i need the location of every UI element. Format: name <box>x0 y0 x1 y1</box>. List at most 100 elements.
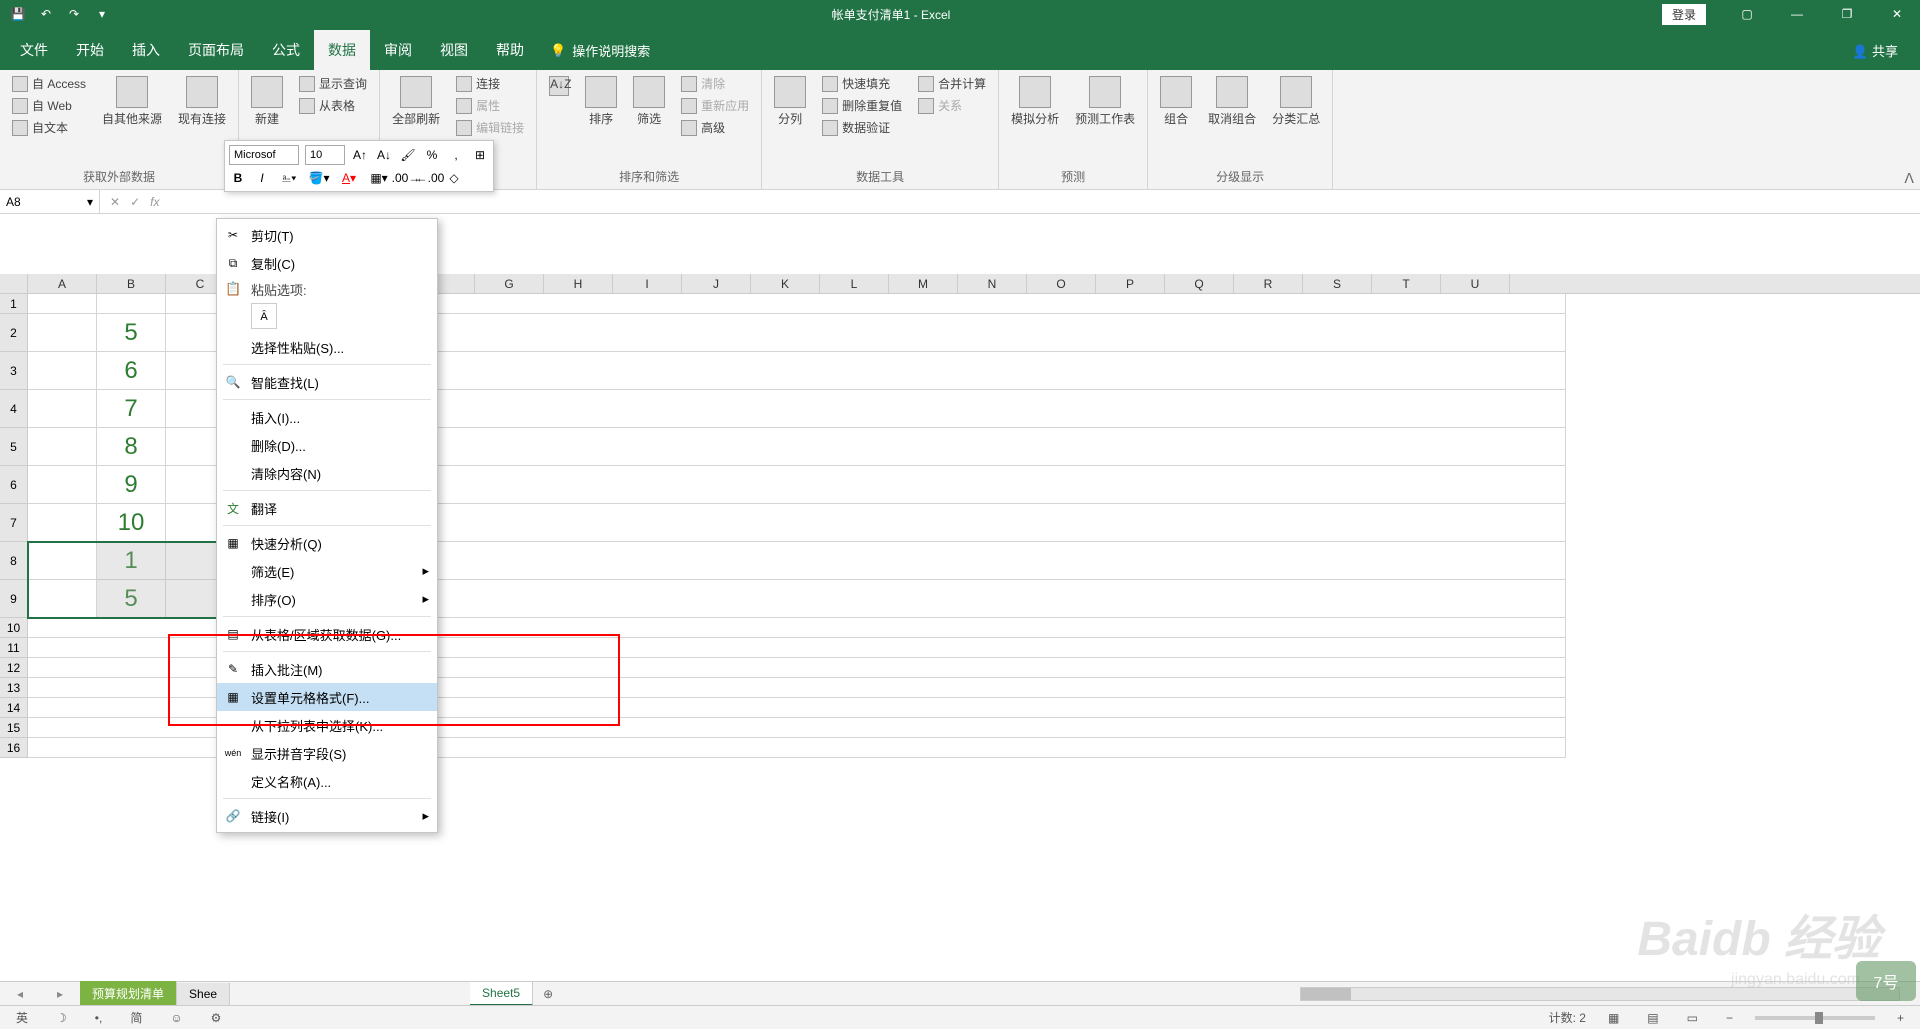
row-header[interactable]: 13 <box>0 678 28 698</box>
tab-home[interactable]: 开始 <box>62 30 118 70</box>
existing-connections-button[interactable]: 现有连接 <box>174 74 230 129</box>
ctx-insert[interactable]: 插入(I)... <box>217 403 437 431</box>
relationships-button[interactable]: 关系 <box>914 96 990 115</box>
add-sheet-button[interactable]: ⊕ <box>533 987 563 1001</box>
sort-button[interactable]: 排序 <box>581 74 621 129</box>
from-web-button[interactable]: 自 Web <box>8 96 90 115</box>
paste-option-all[interactable]: Ȃ <box>251 303 277 329</box>
from-text-button[interactable]: 自文本 <box>8 118 90 137</box>
col-header[interactable]: B <box>97 274 166 293</box>
col-header[interactable]: J <box>682 274 751 293</box>
tab-formulas[interactable]: 公式 <box>258 30 314 70</box>
col-header[interactable]: O <box>1027 274 1096 293</box>
select-all-corner[interactable] <box>0 274 28 293</box>
from-access-button[interactable]: 自 Access <box>8 74 90 93</box>
filter-button[interactable]: 筛选 <box>629 74 669 129</box>
redo-icon[interactable]: ↷ <box>64 4 84 24</box>
name-box[interactable]: A8▾ <box>0 190 100 213</box>
sheet-nav[interactable]: ◂▸ <box>0 987 80 1001</box>
row-header[interactable]: 8 <box>0 542 28 580</box>
row-header[interactable]: 16 <box>0 738 28 758</box>
horizontal-scrollbar[interactable] <box>1300 987 1900 1001</box>
view-pagebreak-icon[interactable]: ▭ <box>1681 1011 1704 1025</box>
chevron-down-icon[interactable]: ▾ <box>87 195 93 209</box>
fill-color-icon[interactable]: 🪣▾ <box>307 169 331 187</box>
col-header[interactable]: N <box>958 274 1027 293</box>
properties-button[interactable]: 属性 <box>452 96 528 115</box>
ime-smiley-icon[interactable]: ☺ <box>164 1011 188 1025</box>
ctx-link[interactable]: 🔗链接(I)▸ <box>217 802 437 830</box>
ctx-format-cells[interactable]: ▦设置单元格格式(F)... <box>217 683 437 711</box>
share-button[interactable]: 👤 共享 <box>1836 31 1914 70</box>
ungroup-button[interactable]: 取消组合 <box>1204 74 1260 129</box>
flash-fill-button[interactable]: 快速填充 <box>818 74 906 93</box>
tab-data[interactable]: 数据 <box>314 30 370 70</box>
subtotal-button[interactable]: 分类汇总 <box>1268 74 1324 129</box>
col-header[interactable]: S <box>1303 274 1372 293</box>
col-header[interactable]: M <box>889 274 958 293</box>
close-icon[interactable]: ✕ <box>1874 0 1920 28</box>
clear-filter-button[interactable]: 清除 <box>677 74 753 93</box>
view-normal-icon[interactable]: ▦ <box>1602 1011 1625 1025</box>
row-header[interactable]: 11 <box>0 638 28 658</box>
connections-button[interactable]: 连接 <box>452 74 528 93</box>
ime-moon-icon[interactable]: ☽ <box>50 1011 73 1025</box>
data-validation-button[interactable]: 数据验证 <box>818 118 906 137</box>
row-header[interactable]: 10 <box>0 618 28 638</box>
advanced-filter-button[interactable]: 高级 <box>677 118 753 137</box>
ctx-from-table[interactable]: ▤从表格/区域获取数据(G)... <box>217 620 437 648</box>
forecast-sheet-button[interactable]: 预测工作表 <box>1071 74 1139 129</box>
ctx-copy[interactable]: ⧉复制(C) <box>217 249 437 277</box>
clear-format-icon[interactable]: ◇ <box>445 169 463 187</box>
undo-icon[interactable]: ↶ <box>36 4 56 24</box>
col-header[interactable]: U <box>1441 274 1510 293</box>
format-painter-icon[interactable]: 🖌 <box>399 146 417 164</box>
cell-b8[interactable]: 1 <box>97 542 166 580</box>
cell-b2[interactable]: 5 <box>97 314 166 352</box>
refresh-all-button[interactable]: 全部刷新 <box>388 74 444 129</box>
col-header[interactable]: I <box>613 274 682 293</box>
text-to-columns-button[interactable]: 分列 <box>770 74 810 129</box>
col-header[interactable]: H <box>544 274 613 293</box>
ctx-delete[interactable]: 删除(D)... <box>217 431 437 459</box>
tab-layout[interactable]: 页面布局 <box>174 30 258 70</box>
ribbon-options-icon[interactable]: ▢ <box>1724 0 1770 28</box>
collapse-ribbon-icon[interactable]: ᐱ <box>1904 170 1914 187</box>
col-header[interactable]: L <box>820 274 889 293</box>
col-header[interactable]: Q <box>1165 274 1234 293</box>
tell-me-search[interactable]: 💡 操作说明搜索 <box>538 41 662 70</box>
tab-review[interactable]: 审阅 <box>370 30 426 70</box>
whatif-button[interactable]: 模拟分析 <box>1007 74 1063 129</box>
fx-icon[interactable]: fx <box>150 195 159 209</box>
sheet-tab[interactable]: Shee <box>177 983 230 1005</box>
row-header[interactable]: 5 <box>0 428 28 466</box>
merge-icon[interactable]: ⊞ <box>471 146 489 164</box>
show-queries-button[interactable]: 显示查询 <box>295 74 371 93</box>
row-header[interactable]: 15 <box>0 718 28 738</box>
cell-b9[interactable]: 5 <box>97 580 166 618</box>
from-table-button[interactable]: 从表格 <box>295 96 371 115</box>
ime-comma-icon[interactable]: •, <box>89 1011 109 1025</box>
tab-file[interactable]: 文件 <box>6 30 62 70</box>
col-header[interactable]: R <box>1234 274 1303 293</box>
zoom-slider[interactable] <box>1755 1016 1875 1020</box>
col-header[interactable]: G <box>475 274 544 293</box>
decrease-decimal-icon[interactable]: ←.00 <box>421 169 439 187</box>
comma-icon[interactable]: , <box>447 146 465 164</box>
decrease-font-icon[interactable]: A↓ <box>375 146 393 164</box>
italic-icon[interactable]: I <box>253 169 271 187</box>
cancel-formula-icon[interactable]: ✕ <box>110 195 120 209</box>
underline-icon[interactable]: ⎁▾ <box>277 169 301 187</box>
consolidate-button[interactable]: 合并计算 <box>914 74 990 93</box>
sort-asc-button[interactable]: A↓Z <box>545 74 573 98</box>
font-name-input[interactable] <box>229 145 299 165</box>
accept-formula-icon[interactable]: ✓ <box>130 195 140 209</box>
col-header[interactable]: T <box>1372 274 1441 293</box>
ctx-show-pinyin[interactable]: wén显示拼音字段(S) <box>217 739 437 767</box>
ctx-paste-special[interactable]: 选择性粘贴(S)... <box>217 333 437 361</box>
row-header[interactable]: 7 <box>0 504 28 542</box>
sheet-tab[interactable]: 预算规划清单 <box>80 981 177 1006</box>
ctx-define-name[interactable]: 定义名称(A)... <box>217 767 437 795</box>
row-header[interactable]: 2 <box>0 314 28 352</box>
tab-insert[interactable]: 插入 <box>118 30 174 70</box>
